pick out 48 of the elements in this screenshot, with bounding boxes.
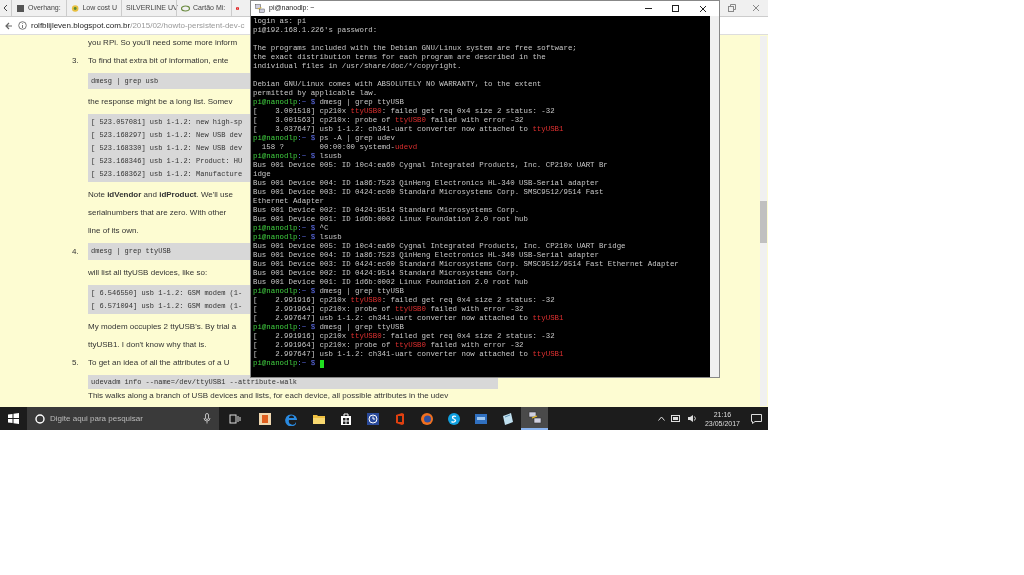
clock-icon xyxy=(365,411,380,426)
terminal-computers-icon xyxy=(255,3,265,14)
firefox-icon xyxy=(419,411,434,426)
windows-logo-icon[interactable] xyxy=(8,413,19,424)
minimize-icon[interactable] xyxy=(645,5,652,12)
close-icon[interactable] xyxy=(699,4,707,13)
cube-icon xyxy=(16,3,25,13)
app-tile-icon xyxy=(473,411,488,426)
scrollbar-thumb[interactable] xyxy=(760,201,767,243)
paragraph: the response might be a long list. Somev xyxy=(88,96,233,107)
battery-icon[interactable] xyxy=(670,415,681,422)
task-view-icon[interactable] xyxy=(229,413,241,424)
taskbar-app[interactable] xyxy=(521,407,548,430)
restore-icon[interactable] xyxy=(728,4,736,12)
shopping-bag-icon xyxy=(338,411,353,426)
paragraph: you RPi. So you'll need some more inform xyxy=(88,37,238,48)
paragraph: serialnumbers that are zero. With other xyxy=(88,207,227,218)
microphone-icon[interactable] xyxy=(203,413,211,424)
paragraph: line of its own. xyxy=(88,225,139,236)
list-number: 4. xyxy=(72,246,80,257)
paragraph: My modem occupies 2 ttyUSB's. By trial a xyxy=(88,321,237,332)
url-text[interactable]: rolfblijleven.blogspot.com.br/2015/02/howto-persistent-dev-c xyxy=(31,19,245,32)
paragraph: ttyUSB1. I don't know why that is. xyxy=(88,339,207,350)
search-field[interactable]: Digite aqui para pesquisar xyxy=(27,407,219,430)
scrollbar[interactable] xyxy=(710,16,719,377)
maximize-icon[interactable] xyxy=(672,5,679,12)
contact-card-icon xyxy=(257,411,272,426)
notepad-icon xyxy=(500,411,515,426)
list-number: 5. xyxy=(72,357,80,368)
notification-icon[interactable] xyxy=(751,413,762,424)
flower-icon xyxy=(71,3,80,13)
browser-e-icon xyxy=(284,411,299,426)
paragraph: This walks along a branch of USB devices and lists, for each device, all possible attributes in the udev xyxy=(88,391,449,400)
info-icon[interactable] xyxy=(18,21,27,30)
circle-icon xyxy=(35,413,45,424)
swirl-icon xyxy=(181,3,190,13)
paragraph: To get an idea of all the attributes of a U xyxy=(88,357,230,368)
back-arrow-icon[interactable] xyxy=(4,20,14,31)
paragraph: will list all ttyUSB devices, like so: xyxy=(88,267,208,278)
paragraph: To find that extra bit of information, ente xyxy=(88,55,229,66)
skype-icon xyxy=(446,411,461,426)
terminal-computers-icon xyxy=(527,410,542,425)
scroll-left-icon[interactable] xyxy=(3,4,8,12)
speaker-icon[interactable] xyxy=(686,414,697,423)
chevron-up-icon[interactable] xyxy=(657,416,665,421)
paragraph: Note idVendor and idProduct. We'll use xyxy=(88,189,233,200)
scrollbar[interactable] xyxy=(760,36,767,406)
list-number: 3. xyxy=(72,55,80,66)
